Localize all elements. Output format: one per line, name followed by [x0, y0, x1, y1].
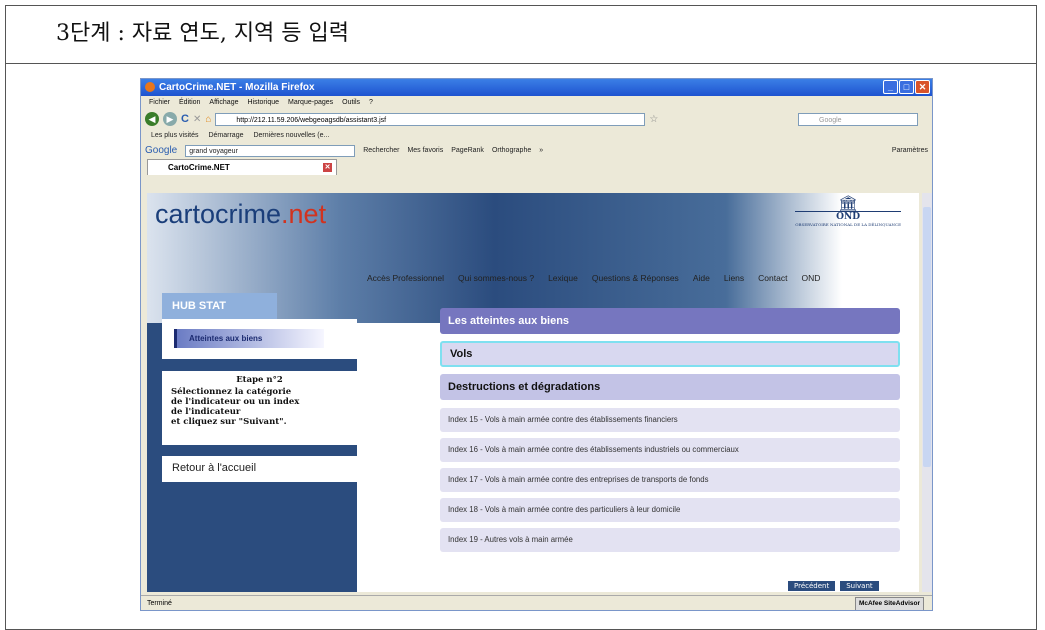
- selected-category-item[interactable]: Atteintes aux biens: [174, 329, 324, 348]
- stop-icon[interactable]: ✕: [193, 114, 201, 125]
- index-item-16[interactable]: Index 16 - Vols à main armée contre des …: [440, 438, 900, 462]
- hub-stat-title: HUB STAT: [162, 293, 277, 319]
- tab-close-icon[interactable]: ✕: [323, 163, 332, 172]
- previous-button[interactable]: Précédent: [788, 581, 836, 591]
- menu-affichage[interactable]: Affichage: [209, 96, 238, 109]
- scrollbar-thumb[interactable]: [923, 207, 931, 467]
- ond-name: OND: [795, 211, 901, 222]
- menu-aide[interactable]: ?: [369, 96, 373, 109]
- etape-line-3: de l'indicateur: [171, 407, 241, 417]
- status-text: Terminé: [147, 600, 172, 607]
- ond-subtitle: OBSERVATOIRE NATIONAL DE LA DÉLINQUANCE: [795, 222, 901, 227]
- bookmark-news[interactable]: Dernières nouvelles (e...: [253, 129, 329, 142]
- mcafee-badge[interactable]: McAfee SiteAdvisor: [854, 597, 924, 610]
- home-icon[interactable]: ⌂: [205, 114, 211, 125]
- google-more[interactable]: »: [539, 142, 543, 159]
- index-item-17[interactable]: Index 17 - Vols à main armée contre des …: [440, 468, 900, 492]
- bookmark-start[interactable]: Démarrage: [208, 129, 243, 142]
- google-toolbar: Google grand voyageur Rechercher Mes fav…: [141, 142, 932, 159]
- nav-acces-professionnel[interactable]: Accès Professionnel: [367, 273, 444, 283]
- etape-title: Etape n°2: [236, 375, 283, 385]
- site-logo[interactable]: cartocrime.net: [155, 199, 326, 230]
- etape-line-1: Sélectionnez la catégorie: [171, 387, 292, 397]
- category-vols[interactable]: Vols: [440, 341, 900, 367]
- wizard-buttons: Précédent Suivant: [788, 581, 879, 591]
- google-search-input[interactable]: grand voyageur: [185, 144, 356, 157]
- search-input[interactable]: Google: [798, 112, 918, 126]
- tab-cartocrime[interactable]: CartoCrime.NET ✕: [147, 159, 337, 175]
- bookmark-most-visited[interactable]: Les plus visités: [151, 129, 198, 142]
- retour-accueil-link[interactable]: Retour à l'accueil: [162, 456, 357, 482]
- logo-suffix: .net: [281, 199, 327, 229]
- menu-bar: Fichier Édition Affichage Historique Mar…: [141, 96, 932, 109]
- index-item-19[interactable]: Index 19 - Autres vols à main armée: [440, 528, 900, 552]
- ond-logo[interactable]: 🏛 OND OBSERVATOIRE NATIONAL DE LA DÉLINQ…: [795, 194, 901, 227]
- google-search-button[interactable]: Rechercher: [363, 142, 399, 159]
- minimize-icon[interactable]: _: [883, 80, 898, 94]
- institution-icon: 🏛: [837, 194, 859, 213]
- category-destructions[interactable]: Destructions et dégradations: [440, 374, 900, 400]
- status-bar: Terminé McAfee SiteAdvisor: [141, 595, 932, 610]
- google-settings[interactable]: Paramètres: [892, 142, 932, 159]
- bookmark-star-icon[interactable]: ☆: [649, 114, 658, 125]
- etape-line-4: et cliquez sur "Suivant".: [171, 417, 287, 427]
- nav-contact[interactable]: Contact: [758, 273, 787, 283]
- firefox-window: CartoCrime.NET - Mozilla Firefox _ □ ✕ F…: [140, 78, 933, 611]
- next-button[interactable]: Suivant: [840, 581, 879, 591]
- etape-line-2: de l'indicateur ou un index: [171, 397, 300, 407]
- nav-lexique[interactable]: Lexique: [548, 273, 578, 283]
- nav-liens[interactable]: Liens: [724, 273, 744, 283]
- window-title: CartoCrime.NET - Mozilla Firefox: [159, 82, 315, 93]
- nav-ond[interactable]: OND: [801, 273, 820, 283]
- tab-bar: CartoCrime.NET ✕: [141, 159, 932, 175]
- etape-panel: Etape n°2 Sélectionnez la catégorie de l…: [162, 371, 357, 445]
- category-atteintes-aux-biens[interactable]: Les atteintes aux biens: [440, 308, 900, 334]
- url-bar[interactable]: http://212.11.59.206/webgeoagsdb/assista…: [215, 112, 646, 126]
- google-favorites[interactable]: Mes favoris: [407, 142, 443, 159]
- page-scrollbar[interactable]: [922, 193, 932, 592]
- firefox-icon: [145, 82, 155, 92]
- nav-questions-reponses[interactable]: Questions & Réponses: [592, 273, 679, 283]
- top-navigation: Accès Professionnel Qui sommes-nous ? Le…: [367, 273, 820, 283]
- index-item-15[interactable]: Index 15 - Vols à main armée contre des …: [440, 408, 900, 432]
- tab-label: CartoCrime.NET: [168, 163, 230, 172]
- logo-main: cartocrime: [155, 199, 282, 229]
- forward-icon[interactable]: ▶: [163, 112, 177, 126]
- google-label: Google: [145, 145, 178, 156]
- nav-aide[interactable]: Aide: [693, 273, 710, 283]
- maximize-icon[interactable]: □: [899, 80, 914, 94]
- nav-qui-sommes-nous[interactable]: Qui sommes-nous ?: [458, 273, 534, 283]
- menu-fichier[interactable]: Fichier: [149, 96, 170, 109]
- close-icon[interactable]: ✕: [915, 80, 930, 94]
- google-pagerank[interactable]: PageRank: [451, 142, 484, 159]
- reload-icon[interactable]: C: [181, 113, 189, 125]
- navigation-toolbar: ◀ ▶ C ✕ ⌂ http://212.11.59.206/webgeoags…: [141, 109, 932, 129]
- menu-marque-pages[interactable]: Marque-pages: [288, 96, 333, 109]
- window-titlebar: CartoCrime.NET - Mozilla Firefox _ □ ✕: [141, 79, 932, 96]
- google-spellcheck[interactable]: Orthographe: [492, 142, 531, 159]
- menu-historique[interactable]: Historique: [247, 96, 279, 109]
- bookmarks-toolbar: Les plus visités Démarrage Dernières nou…: [141, 129, 932, 142]
- document-title: 3단계 : 자료 연도, 지역 등 입력: [6, 6, 1036, 64]
- index-item-18[interactable]: Index 18 - Vols à main armée contre des …: [440, 498, 900, 522]
- back-icon[interactable]: ◀: [145, 112, 159, 126]
- menu-edition[interactable]: Édition: [179, 96, 200, 109]
- menu-outils[interactable]: Outils: [342, 96, 360, 109]
- page-viewport: cartocrime.net 🏛 OND OBSERVATOIRE NATION…: [147, 193, 919, 592]
